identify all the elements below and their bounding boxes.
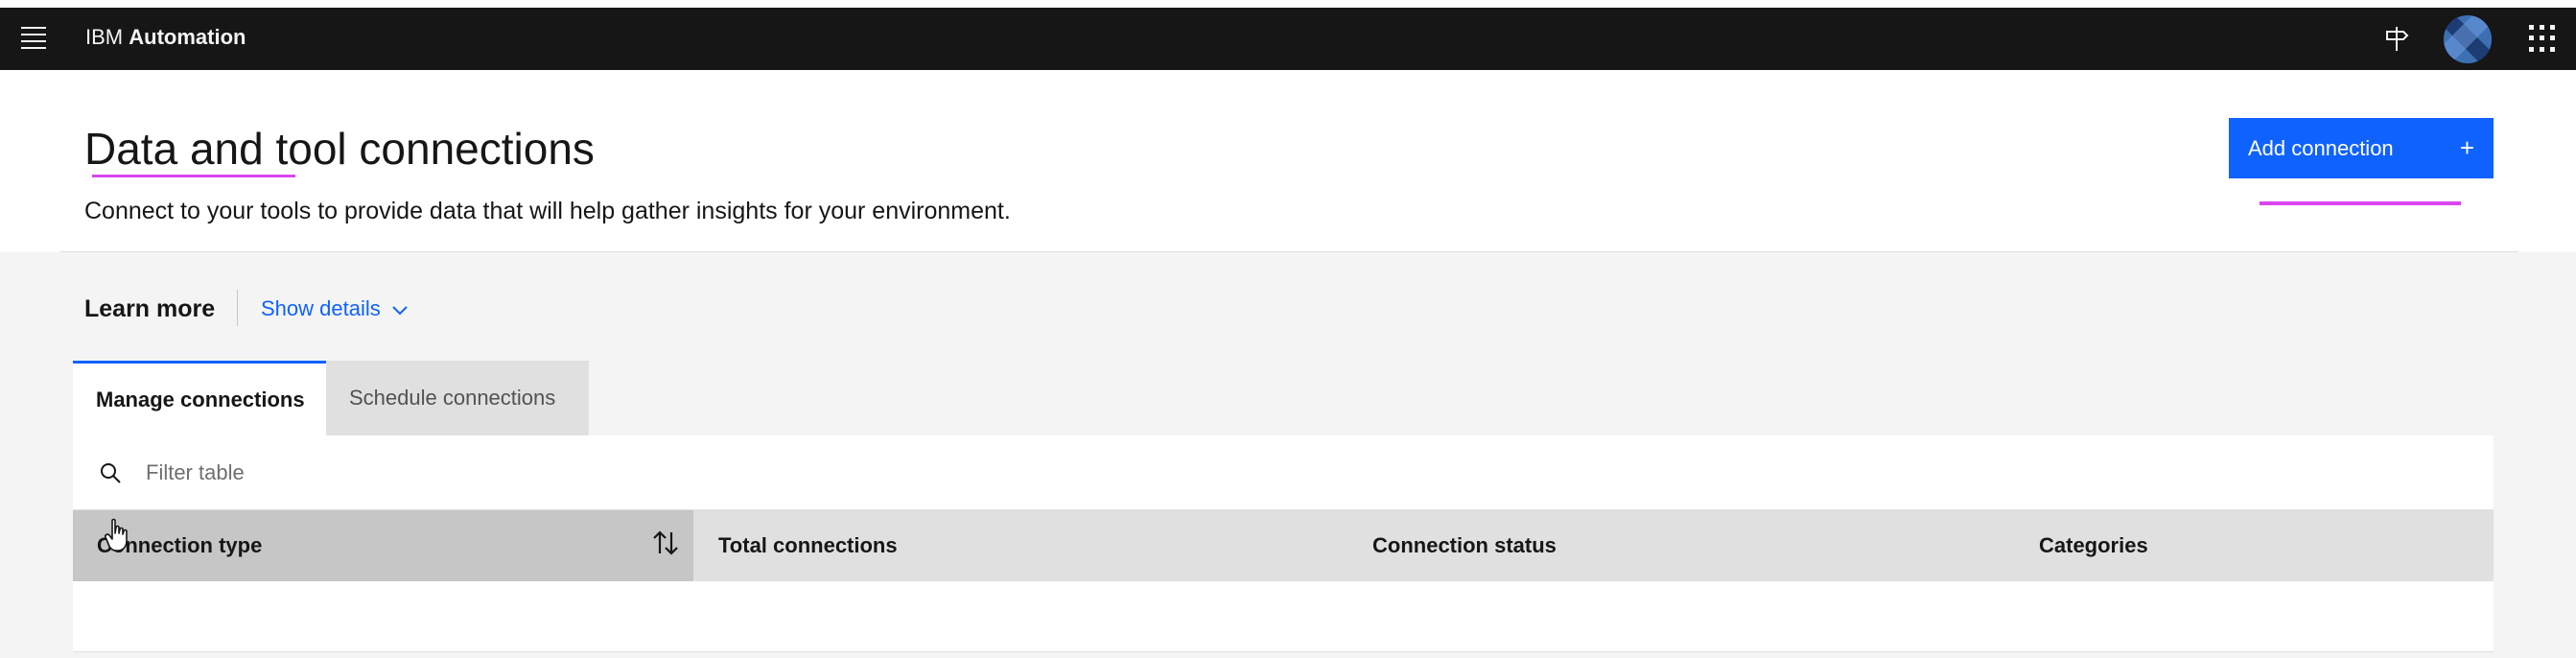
column-header-connection-status[interactable]: Connection status xyxy=(1372,510,1557,581)
column-header-label: Connection status xyxy=(1372,533,1557,557)
hand-cursor-icon xyxy=(104,518,132,552)
add-connection-label: Add connection xyxy=(2248,135,2394,160)
learn-more-heading: Learn more xyxy=(84,295,216,322)
filter-table-input[interactable] xyxy=(146,459,1872,485)
table-toolbar xyxy=(73,435,2494,510)
tab-manage-connections[interactable]: Manage connections xyxy=(73,361,326,435)
title-annotation-underline xyxy=(92,175,295,177)
sort-arrows-icon[interactable] xyxy=(651,529,680,562)
page-header: Data and tool connections Connect to you… xyxy=(0,70,2576,252)
learn-more-divider xyxy=(237,290,238,326)
column-header-label: Total connections xyxy=(718,533,898,557)
menu-icon[interactable] xyxy=(21,23,50,52)
add-connection-button[interactable]: Add connection + xyxy=(2229,118,2494,178)
page-subtitle: Connect to your tools to provide data th… xyxy=(84,198,1011,224)
chevron-down-icon xyxy=(392,294,408,323)
product-name[interactable]: IBM Automation xyxy=(85,21,246,54)
column-header-connection-type[interactable]: Connection type xyxy=(73,510,693,581)
page-title: Data and tool connections xyxy=(84,124,595,174)
button-annotation-underline xyxy=(2260,201,2461,205)
header-divider xyxy=(59,251,2518,252)
table-row xyxy=(73,581,2494,652)
tab-label: Schedule connections xyxy=(349,386,556,410)
column-header-categories[interactable]: Categories xyxy=(2039,510,2148,581)
column-header-total-connections[interactable]: Total connections xyxy=(718,510,898,581)
brand-name: Automation xyxy=(129,25,246,49)
plus-icon: + xyxy=(2459,133,2474,162)
brand-prefix: IBM xyxy=(85,25,124,49)
table-header: Connection type Total connections Connec… xyxy=(73,510,2494,581)
column-header-label: Categories xyxy=(2039,533,2148,557)
search-icon xyxy=(96,458,125,487)
signpost-icon[interactable] xyxy=(2379,21,2414,56)
tab-schedule-connections[interactable]: Schedule connections xyxy=(326,361,589,435)
show-details-label: Show details xyxy=(261,296,381,320)
top-nav-bar: IBM Automation xyxy=(0,0,2576,70)
tab-label: Manage connections xyxy=(96,387,305,411)
app-switcher-icon[interactable] xyxy=(2529,25,2556,52)
show-details-toggle[interactable]: Show details xyxy=(261,294,408,323)
avatar[interactable] xyxy=(2444,15,2492,63)
